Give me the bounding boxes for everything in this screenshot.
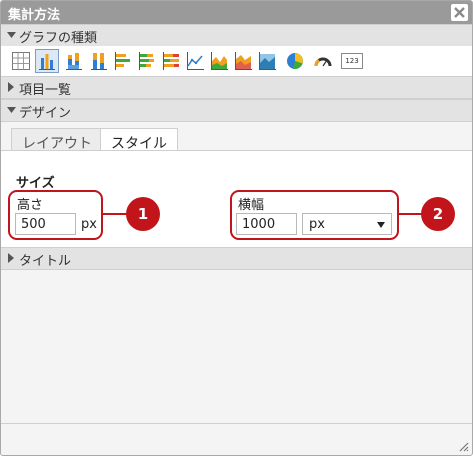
table-icon[interactable] [11, 51, 31, 71]
callout-badge-2: 2 [421, 197, 455, 231]
stacked-area-chart-icon[interactable] [233, 51, 253, 71]
window-title: 集計方法 [8, 8, 61, 23]
footer-divider [1, 423, 472, 424]
gauge-chart-icon[interactable] [313, 51, 333, 71]
resize-grip-icon[interactable] [457, 440, 469, 452]
size-heading: サイズ [16, 176, 55, 191]
stacked-bar-chart-icon[interactable] [64, 51, 84, 71]
aggregation-panel: 集計方法 グラフの種類 123 項目一覧 デザイン レイアウト スタイル サイズ… [0, 0, 473, 456]
line-chart-icon[interactable] [185, 51, 205, 71]
section-label: 項目一覧 [19, 83, 72, 98]
triangle-right-icon [8, 82, 14, 92]
callout-badge-1: 1 [126, 197, 160, 231]
close-button[interactable] [451, 4, 468, 21]
section-label: グラフの種類 [19, 31, 98, 46]
section-label: タイトル [19, 254, 72, 269]
triangle-down-icon [7, 107, 16, 113]
triangle-down-icon [7, 32, 16, 38]
callout-connector-1 [102, 213, 128, 215]
section-chart-type[interactable]: グラフの種類 [1, 24, 472, 47]
tab-layout[interactable]: レイアウト [11, 128, 103, 152]
section-label: デザイン [19, 106, 72, 121]
callout-box-2 [230, 190, 399, 240]
percent-horizontal-bar-icon[interactable] [161, 51, 181, 71]
stacked-horizontal-bar-icon[interactable] [137, 51, 157, 71]
tab-style[interactable]: スタイル [100, 128, 178, 152]
triangle-right-icon [8, 253, 14, 263]
section-design[interactable]: デザイン [1, 99, 472, 122]
pie-chart-icon[interactable] [285, 51, 305, 71]
title-bar[interactable]: 集計方法 [1, 1, 472, 24]
area-chart-icon[interactable] [209, 51, 229, 71]
percent-area-chart-icon[interactable] [257, 51, 277, 71]
chart-type-toolbar: 123 [1, 46, 472, 76]
number-card-icon[interactable]: 123 [341, 53, 363, 69]
callout-box-1 [8, 190, 103, 240]
number-card-text: 123 [345, 57, 359, 65]
percent-bar-chart-icon[interactable] [89, 51, 109, 71]
horizontal-bar-chart-icon[interactable] [113, 51, 133, 71]
section-items[interactable]: 項目一覧 [1, 76, 472, 99]
bar-chart-icon[interactable] [35, 49, 59, 73]
close-icon [454, 7, 465, 18]
section-title[interactable]: タイトル [1, 247, 472, 270]
